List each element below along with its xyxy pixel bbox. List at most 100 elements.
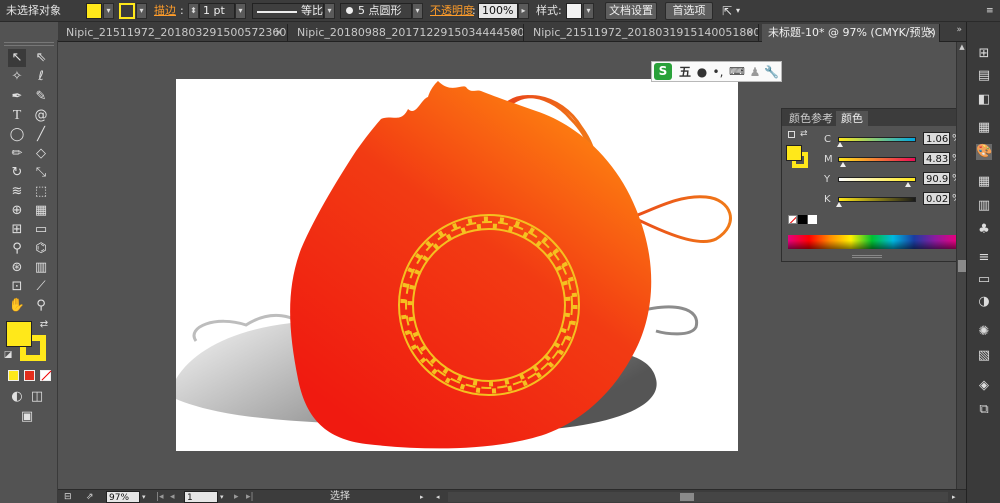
close-icon[interactable]: ×	[511, 24, 519, 42]
gradient-mode-icon[interactable]	[24, 370, 35, 381]
width-tool-icon[interactable]: ≋	[8, 183, 26, 201]
gradient-panel-icon[interactable]: ▭	[976, 272, 992, 288]
toolbar-grip[interactable]	[4, 42, 54, 46]
grid-panel-icon[interactable]: ⊞	[976, 46, 992, 62]
tab-color-guide[interactable]: 颜色参考	[784, 111, 838, 126]
page-dropdown[interactable]: ▾	[220, 491, 224, 503]
swatches-panel-icon[interactable]: ▥	[976, 198, 992, 214]
opacity-label[interactable]: 不透明度	[430, 3, 474, 19]
stroke-swatch[interactable]	[119, 3, 135, 19]
artboard[interactable]	[176, 79, 738, 451]
stroke-weight-field[interactable]: 1 pt	[199, 3, 235, 19]
ime-dot-icon[interactable]: •,	[712, 64, 724, 80]
transform-panel-icon[interactable]: ▦	[976, 120, 992, 136]
tab-document-1[interactable]: Nipic_21511972_20180329150057236000.ai* …	[60, 24, 288, 42]
close-icon[interactable]: ×	[927, 24, 935, 42]
lasso-tool-icon[interactable]: ℓ	[32, 68, 50, 86]
cyan-slider[interactable]	[836, 137, 916, 147]
ime-logo[interactable]: S	[654, 63, 672, 80]
color-guide-panel-icon[interactable]: ▦	[976, 174, 992, 190]
color-panel-icon[interactable]: 🎨	[976, 144, 992, 160]
default-colors-icon[interactable]: ◪	[2, 349, 14, 361]
appearance-panel-icon[interactable]: ✺	[976, 324, 992, 340]
paintbrush-tool-icon[interactable]: ╱	[32, 126, 50, 144]
eyedropper-tool-icon[interactable]: ⚲	[8, 240, 26, 258]
perspective-grid-tool-icon[interactable]: ▦	[32, 202, 50, 220]
stroke-dropdown[interactable]: ▾	[136, 3, 147, 19]
zoom-field[interactable]: 97%	[106, 491, 140, 503]
panel-resize-grip[interactable]	[852, 255, 882, 258]
cyan-value-field[interactable]: 1.06	[923, 132, 950, 145]
tab-overflow-icon[interactable]: »	[956, 25, 962, 35]
adjust-panel-icon[interactable]: ◧	[976, 92, 992, 108]
stroke-weight-stepper[interactable]: ⬍	[188, 3, 199, 19]
mesh-tool-icon[interactable]: ⊞	[8, 221, 26, 239]
arrange-dropdown[interactable]: ▾	[736, 3, 740, 19]
symbol-sprayer-tool-icon[interactable]: ⊛	[8, 259, 26, 277]
pencil-tool-icon[interactable]: ✏	[8, 145, 26, 163]
arrange-documents-icon[interactable]: ⇱	[722, 3, 732, 19]
spiral-tool-icon[interactable]: @	[32, 107, 50, 125]
blend-tool-icon[interactable]: ⌬	[32, 240, 50, 258]
scale-tool-icon[interactable]: ⤡	[32, 164, 50, 182]
rotate-tool-icon[interactable]: ↻	[8, 164, 26, 182]
black-swatch[interactable]	[798, 215, 807, 224]
horizontal-scroll-thumb[interactable]	[680, 493, 694, 501]
ime-settings-icon[interactable]: 🔧	[764, 64, 779, 80]
curvature-tool-icon[interactable]: ✎	[32, 88, 50, 106]
vertical-scrollbar[interactable]: ▲	[956, 42, 966, 489]
ime-skin-icon[interactable]: ♟	[749, 64, 761, 80]
yellow-slider[interactable]	[838, 177, 916, 187]
fill-swatch[interactable]	[86, 3, 102, 19]
graphic-style-dropdown[interactable]: ▾	[583, 3, 594, 19]
scroll-right-arrow-icon[interactable]: ▸	[952, 491, 956, 503]
magic-wand-tool-icon[interactable]: ✧	[8, 68, 26, 86]
swap-fill-stroke-icon[interactable]: ⇄	[800, 129, 808, 139]
graphic-styles-panel-icon[interactable]: ▧	[976, 348, 992, 364]
status-icon[interactable]: ⊟	[64, 491, 72, 503]
slice-tool-icon[interactable]: ⟋	[32, 278, 50, 296]
ellipse-tool-icon[interactable]: ◯	[8, 126, 26, 144]
none-mode-icon[interactable]	[40, 370, 52, 381]
zoom-dropdown[interactable]: ▾	[142, 491, 146, 503]
close-icon[interactable]: ×	[275, 24, 283, 42]
gradient-tool-icon[interactable]: ▭	[32, 221, 50, 239]
swap-colors-icon[interactable]: ⇄	[38, 319, 50, 331]
panel-fill-box[interactable]	[786, 145, 802, 161]
close-icon[interactable]: ×	[746, 24, 754, 42]
draw-inside-icon[interactable]: ◫	[28, 388, 46, 406]
selection-tool-icon[interactable]: ↖	[8, 49, 26, 67]
tab-document-3[interactable]: Nipic_21511972_20180319151400518000.ai* …	[527, 24, 759, 42]
default-fill-stroke-icon[interactable]	[788, 131, 795, 138]
fill-color-box-front[interactable]	[6, 321, 32, 347]
share-icon[interactable]: ⇗	[86, 491, 94, 503]
pen-tool-icon[interactable]: ✒	[8, 88, 26, 106]
magenta-value-field[interactable]: 4.83	[923, 152, 950, 165]
direct-selection-tool-icon[interactable]: ⇖	[32, 49, 50, 67]
first-page-icon[interactable]: |◂	[156, 491, 164, 503]
pathfinder-panel-icon[interactable]: ⧉	[976, 402, 992, 418]
last-page-icon[interactable]: ▸|	[246, 491, 254, 503]
shape-builder-tool-icon[interactable]: ⊕	[8, 202, 26, 220]
profile-dropdown[interactable]: ▾	[324, 3, 335, 19]
preferences-button[interactable]: 首选项	[665, 2, 713, 20]
panel-menu-icon[interactable]: ≡	[986, 3, 994, 19]
color-spectrum-bar[interactable]	[788, 235, 956, 249]
ime-mode-toggle[interactable]: 五	[678, 64, 692, 80]
brush-definition[interactable]: 5 点圆形	[340, 3, 412, 19]
brush-dropdown[interactable]: ▾	[412, 3, 423, 19]
prev-page-icon[interactable]: ◂	[170, 491, 175, 503]
fill-dropdown[interactable]: ▾	[103, 3, 114, 19]
symbols-panel-icon[interactable]: ♣	[976, 222, 992, 238]
layers-panel-icon[interactable]: ◈	[976, 378, 992, 394]
tab-document-2[interactable]: Nipic_20180988_20171229150344445000.ai* …	[291, 24, 524, 42]
black-value-field[interactable]: 0.02	[923, 192, 950, 205]
slider-marker[interactable]	[836, 142, 843, 147]
ime-punctuation-icon[interactable]: ●	[696, 64, 708, 80]
none-swatch[interactable]	[788, 215, 797, 224]
graphic-style-swatch[interactable]	[566, 3, 582, 19]
transparency-panel-icon[interactable]: ◑	[976, 294, 992, 310]
color-mode-icon[interactable]	[8, 370, 19, 381]
opacity-dropdown[interactable]: ▸	[518, 3, 529, 19]
page-number-field[interactable]: 1	[184, 491, 218, 503]
